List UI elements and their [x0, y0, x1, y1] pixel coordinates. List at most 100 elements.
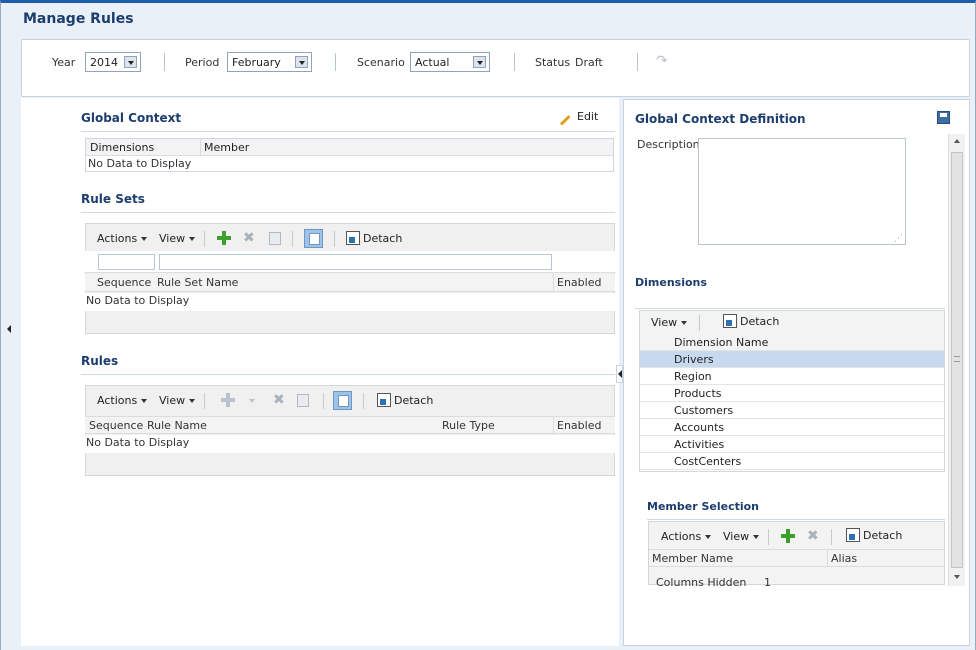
save-icon[interactable] [937, 111, 950, 124]
separator [334, 231, 335, 247]
column-header[interactable]: Enabled [557, 419, 601, 432]
view-label: View [723, 530, 750, 543]
manage-rules-window: Manage Rules Year 2014 Period February S… [0, 0, 976, 650]
table-row[interactable]: Region [640, 368, 944, 385]
column-divider [827, 550, 828, 567]
column-header[interactable]: Dimensions [90, 141, 154, 154]
actions-menu[interactable]: Actions [97, 232, 148, 245]
dropdown-arrow-icon[interactable] [295, 56, 308, 68]
dropdown-arrow-icon[interactable] [124, 56, 137, 68]
forward-arrow-icon[interactable]: ↷ [656, 53, 668, 69]
edit-button[interactable]: Edit [557, 110, 615, 126]
scroll-up-icon[interactable] [954, 139, 960, 143]
column-header[interactable]: Sequence [97, 276, 151, 289]
delete-icon[interactable]: ✖ [273, 393, 285, 407]
empty-message: No Data to Display [86, 436, 190, 449]
copy-icon[interactable] [269, 232, 281, 245]
column-header[interactable]: Rule Set Name [157, 276, 238, 289]
table-row[interactable]: Accounts [640, 419, 944, 436]
detach-icon [723, 314, 737, 328]
column-header[interactable]: Rule Type [442, 419, 495, 432]
query-by-example-icon[interactable] [304, 229, 323, 248]
query-by-example-icon[interactable] [333, 391, 352, 410]
dimension-name: CostCenters [674, 455, 742, 468]
chevron-down-icon [681, 321, 688, 325]
column-header[interactable]: Alias [831, 552, 857, 565]
dimension-name: Activities [674, 438, 725, 451]
copy-icon[interactable] [297, 394, 309, 407]
actions-label: Actions [97, 232, 138, 245]
dimension-name: Region [674, 370, 712, 383]
global-context-table: Dimensions Member No Data to Display [85, 138, 614, 172]
divider [635, 308, 945, 309]
scenario-select[interactable]: Actual [410, 52, 490, 72]
member-selection-title: Member Selection [647, 500, 760, 513]
year-value: 2014 [90, 56, 118, 69]
add-icon[interactable] [781, 529, 795, 543]
pov-toolbar: Year 2014 Period February Scenario Actua… [21, 39, 970, 97]
column-header[interactable]: Member Name [652, 552, 733, 565]
dropdown-arrow-icon[interactable] [473, 56, 486, 68]
actions-label: Actions [661, 530, 702, 543]
year-select[interactable]: 2014 [85, 52, 141, 72]
chevron-down-icon [141, 399, 148, 403]
view-menu[interactable]: View [651, 316, 688, 329]
add-icon[interactable] [221, 393, 235, 407]
period-label: Period [185, 56, 220, 69]
splitter-arrow-icon [618, 370, 622, 378]
column-header[interactable]: Rule Name [147, 419, 207, 432]
period-select[interactable]: February [227, 52, 312, 72]
divider [81, 212, 615, 213]
detach-label: Detach [863, 529, 903, 542]
divider [81, 131, 615, 132]
column-header[interactable]: Member [204, 141, 249, 154]
description-label: Description [637, 138, 700, 151]
table-row[interactable]: Customers [640, 402, 944, 419]
view-menu[interactable]: View [723, 530, 760, 543]
definition-title: Global Context Definition [635, 112, 806, 126]
splitter-handle[interactable] [616, 365, 623, 383]
column-header[interactable]: Sequence [89, 419, 143, 432]
scenario-value: Actual [415, 56, 450, 69]
view-menu[interactable]: View [159, 394, 196, 407]
divider [647, 519, 945, 520]
separator [164, 53, 165, 71]
view-label: View [159, 232, 186, 245]
sequence-filter-input[interactable] [98, 254, 155, 270]
chevron-down-icon [141, 237, 148, 241]
description-input[interactable]: ⋰ [698, 138, 906, 245]
delete-icon[interactable]: ✖ [243, 231, 255, 245]
actions-menu[interactable]: Actions [661, 530, 712, 543]
divider [81, 374, 615, 375]
table-row[interactable]: CostCenters [640, 453, 944, 470]
dimension-name: Customers [674, 404, 734, 417]
empty-message: No Data to Display [88, 157, 192, 170]
column-header[interactable]: Enabled [557, 276, 601, 289]
year-label: Year [52, 56, 76, 69]
table-row[interactable]: Drivers [640, 351, 944, 368]
column-header[interactable]: Dimension Name [674, 336, 768, 349]
dimension-name: Accounts [674, 421, 725, 434]
scroll-down-icon[interactable] [954, 575, 960, 579]
chevron-down-icon[interactable] [249, 399, 255, 403]
add-icon[interactable] [217, 231, 231, 245]
detach-icon [377, 393, 391, 407]
vertical-scrollbar[interactable] [948, 134, 965, 586]
dimension-name: Drivers [674, 353, 714, 366]
detach-label: Detach [740, 315, 780, 328]
delete-icon[interactable]: ✖ [807, 529, 819, 543]
separator [335, 53, 336, 71]
separator [637, 53, 638, 71]
rule-sets-title: Rule Sets [81, 192, 145, 206]
splitter-arrow-icon[interactable] [7, 325, 11, 333]
dimensions-table: Dimension Name Drivers Region Products C… [640, 334, 944, 471]
status-label: Status [535, 56, 571, 69]
resize-handle-icon[interactable]: ⋰ [894, 234, 903, 244]
table-row[interactable]: Products [640, 385, 944, 402]
separator [514, 53, 515, 71]
scrollbar-thumb[interactable] [951, 152, 963, 568]
rule-set-name-filter-input[interactable] [159, 254, 552, 270]
table-row[interactable]: Activities [640, 436, 944, 453]
actions-menu[interactable]: Actions [97, 394, 148, 407]
view-menu[interactable]: View [159, 232, 196, 245]
